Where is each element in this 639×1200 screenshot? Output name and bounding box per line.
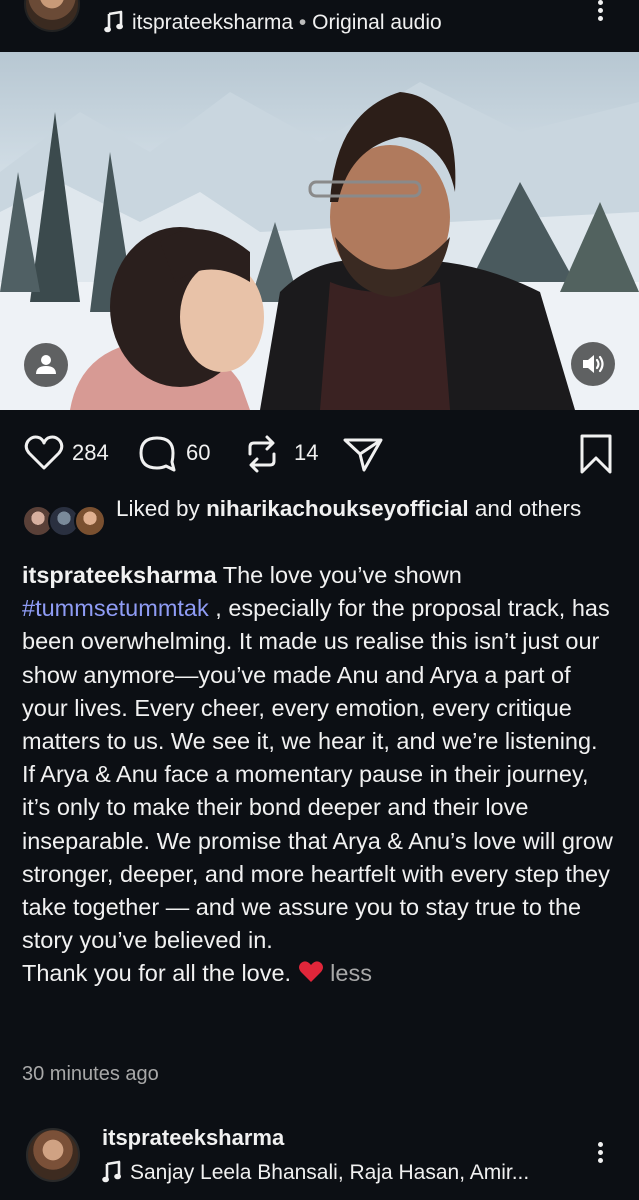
next-post-username[interactable]: itsprateeksharma bbox=[102, 1125, 284, 1151]
music-note-icon bbox=[104, 10, 123, 33]
author-avatar[interactable] bbox=[24, 0, 80, 32]
liked-by-text[interactable]: Liked by niharikachoukseyofficial and ot… bbox=[116, 495, 616, 523]
separator-dot: • bbox=[298, 11, 307, 34]
heart-icon[interactable] bbox=[22, 428, 66, 480]
next-post-avatar[interactable] bbox=[26, 1128, 80, 1182]
audio-attribution[interactable]: itsprateeksharma • Original audio bbox=[132, 11, 442, 35]
less-toggle[interactable]: less bbox=[330, 960, 372, 986]
comment-count[interactable]: 60 bbox=[186, 440, 210, 466]
caption-paragraph-3: Thank you for all the love. less bbox=[22, 957, 622, 990]
repost-icon[interactable] bbox=[242, 428, 282, 480]
person-icon bbox=[36, 355, 56, 374]
liker-avatar bbox=[74, 505, 106, 537]
tagged-people-button[interactable] bbox=[24, 343, 68, 387]
action-bar: 284 60 14 bbox=[0, 428, 639, 480]
post-timestamp: 30 minutes ago bbox=[22, 1063, 159, 1085]
music-note-icon bbox=[102, 1160, 121, 1183]
sound-toggle-button[interactable] bbox=[571, 342, 615, 386]
audio-username[interactable]: itsprateeksharma bbox=[132, 11, 293, 34]
caption-username[interactable]: itsprateeksharma bbox=[22, 562, 217, 588]
caption-intro: The love you’ve shown bbox=[216, 562, 462, 588]
liked-by-avatars[interactable] bbox=[22, 505, 106, 539]
share-icon[interactable] bbox=[340, 428, 386, 480]
heart-emoji-icon bbox=[298, 961, 323, 983]
caption-paragraph-1: itsprateeksharma The love you’ve shown #… bbox=[22, 559, 622, 758]
post-header: itsprateeksharma • Original audio bbox=[0, 0, 639, 48]
liked-by-user[interactable]: niharikachoukseyofficial bbox=[206, 496, 469, 521]
post-caption: itsprateeksharma The love you’ve shown #… bbox=[22, 559, 622, 991]
more-options-icon[interactable] bbox=[590, 0, 610, 26]
like-count[interactable]: 284 bbox=[72, 440, 109, 466]
sound-on-icon bbox=[583, 355, 604, 373]
bookmark-icon[interactable] bbox=[578, 428, 614, 480]
caption-hashtag[interactable]: #tummsetummtak bbox=[22, 595, 209, 621]
next-post-audio[interactable]: Sanjay Leela Bhansali, Raja Hasan, Amir.… bbox=[130, 1161, 530, 1185]
reel-video[interactable] bbox=[0, 52, 639, 410]
repost-count[interactable]: 14 bbox=[294, 440, 318, 466]
video-frame-illustration bbox=[0, 82, 639, 410]
caption-paragraph-2: If Arya & Anu face a momentary pause in … bbox=[22, 761, 613, 954]
liked-by-suffix: and others bbox=[468, 496, 582, 521]
liked-by-prefix: Liked by bbox=[116, 496, 207, 521]
audio-label[interactable]: Original audio bbox=[312, 11, 442, 34]
caption-closing: Thank you for all the love. bbox=[22, 960, 298, 987]
comment-icon[interactable] bbox=[136, 428, 180, 480]
more-options-icon[interactable] bbox=[590, 1142, 610, 1172]
